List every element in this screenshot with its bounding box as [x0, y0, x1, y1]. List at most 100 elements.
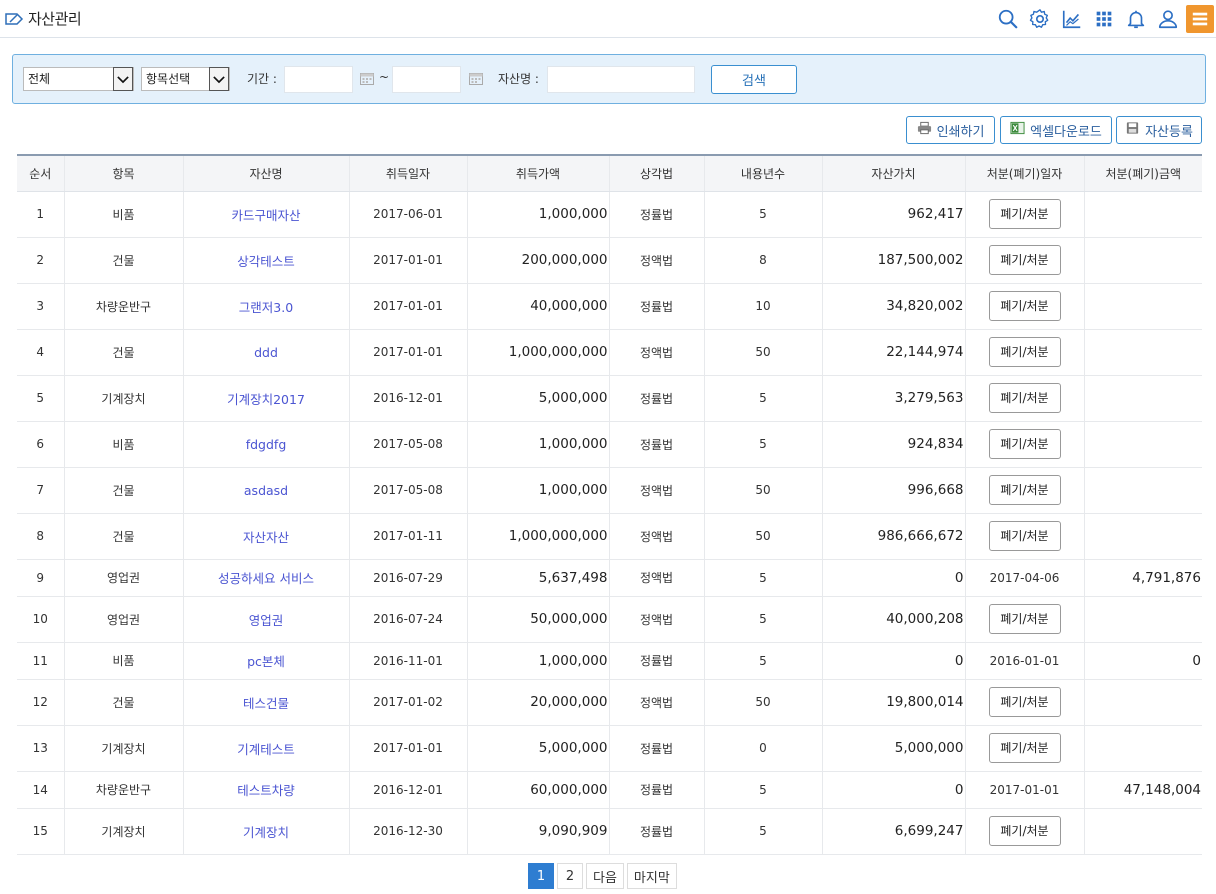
cell-asset-name-text[interactable]: 기계장치2017	[227, 392, 305, 407]
cell-method: 정액법	[608, 329, 704, 376]
cell-acq-date-text: 2017-06-01	[373, 207, 443, 221]
print-button[interactable]: 인쇄하기	[906, 116, 995, 144]
cell-asset-name-text[interactable]: 기계장치	[243, 825, 289, 840]
cell-method-text: 정률법	[639, 299, 674, 314]
cell-no: 5	[17, 375, 64, 422]
dispose-button[interactable]: 폐기/처분	[988, 604, 1061, 634]
excel-download-button[interactable]: 엑셀다운로드	[1000, 116, 1112, 144]
cell-asset-name[interactable]: 기계테스트	[182, 725, 349, 772]
cell-useful-years: 0	[703, 725, 822, 772]
asset-register-button[interactable]: 자산등록	[1116, 116, 1202, 144]
category-select[interactable]: 전체	[23, 67, 134, 91]
dispose-button[interactable]: 폐기/처분	[988, 245, 1061, 275]
col-header-no[interactable]: 순서	[17, 154, 64, 192]
cell-asset-name-text[interactable]: 영업권	[249, 613, 284, 628]
calendar-icon[interactable]	[469, 72, 483, 85]
dispose-button[interactable]: 폐기/처분	[988, 429, 1061, 459]
cell-acq-date: 2016-12-01	[348, 375, 467, 422]
date-to-input[interactable]	[392, 66, 461, 93]
cell-acq-date: 2016-11-01	[348, 642, 467, 680]
cell-asset-name-text[interactable]: 성공하세요 서비스	[218, 571, 314, 586]
cell-acq-price: 5,000,000	[466, 725, 609, 772]
dispose-button[interactable]: 폐기/처분	[988, 816, 1061, 846]
cell-asset-name-text[interactable]: 카드구매자산	[231, 208, 300, 223]
title-area: 자산관리	[4, 8, 82, 29]
cell-asset-name-text[interactable]: 기계테스트	[237, 742, 295, 757]
cell-no-text: 9	[36, 570, 45, 585]
cell-asset-name[interactable]: asdasd	[182, 467, 349, 514]
dispose-button[interactable]: 폐기/처분	[988, 199, 1061, 229]
search-button[interactable]: 검색	[711, 65, 797, 94]
menu-icon[interactable]	[1186, 5, 1214, 33]
cell-asset-name-text[interactable]: ddd	[254, 345, 278, 360]
cell-asset-name-text[interactable]: 테스건물	[243, 696, 289, 711]
cell-asset-name[interactable]: 카드구매자산	[182, 191, 349, 238]
col-header-asset-name[interactable]: 자산명	[182, 154, 349, 192]
cell-asset-name[interactable]: 테스트차량	[182, 771, 349, 809]
cell-asset-name[interactable]: 테스건물	[182, 679, 349, 726]
cell-asset-name-text[interactable]: fdgdfg	[246, 437, 287, 452]
dispose-button[interactable]: 폐기/처분	[988, 337, 1061, 367]
cell-asset-name[interactable]: fdgdfg	[182, 421, 349, 468]
page-1-button[interactable]: 1	[528, 863, 554, 889]
cell-asset-name-text[interactable]: 테스트차량	[237, 783, 295, 798]
cell-asset-name[interactable]: ddd	[182, 329, 349, 376]
dispose-button[interactable]: 폐기/처분	[988, 475, 1061, 505]
dispose-button[interactable]: 폐기/처분	[988, 521, 1061, 551]
col-header-acq-date[interactable]: 취득일자	[348, 154, 467, 192]
cell-asset-name[interactable]: 성공하세요 서비스	[182, 559, 349, 597]
col-header-acq-price[interactable]: 취득가액	[466, 154, 609, 192]
cell-asset-name-text[interactable]: pc본체	[247, 654, 285, 669]
item-select[interactable]: 항목선택	[141, 67, 230, 91]
cell-asset-name[interactable]: 자산자산	[182, 513, 349, 560]
cell-acq-price: 9,090,909	[466, 808, 609, 855]
cell-disposal-amount-text: 4,791,876	[1132, 569, 1201, 586]
cell-asset-name[interactable]: 기계장치2017	[182, 375, 349, 422]
col-header-item[interactable]: 항목	[63, 154, 183, 192]
cell-item-text: 차량운반구	[95, 783, 152, 797]
cell-asset-name[interactable]: 영업권	[182, 596, 349, 643]
dispose-button[interactable]: 폐기/처분	[988, 687, 1061, 717]
cell-asset-name-text[interactable]: asdasd	[244, 483, 288, 498]
col-header-method[interactable]: 상각법	[608, 154, 704, 192]
gear-icon[interactable]	[1024, 4, 1056, 34]
cell-acq-date: 2017-01-01	[348, 283, 467, 330]
user-icon[interactable]	[1152, 4, 1184, 34]
cell-asset-name-text[interactable]: 상각테스트	[237, 254, 295, 269]
cell-asset-name-text[interactable]: 자산자산	[243, 530, 289, 545]
calendar-icon[interactable]	[360, 72, 374, 85]
bell-icon[interactable]	[1120, 4, 1152, 34]
cell-disposal-date: 폐기/처분	[964, 596, 1084, 643]
cell-asset-name[interactable]: 그랜저3.0	[182, 283, 349, 330]
col-header-useful-years[interactable]: 내용년수	[703, 154, 822, 192]
grid-icon[interactable]	[1088, 4, 1120, 34]
cell-acq-date-text: 2017-01-01	[373, 345, 443, 359]
col-header-disposal-amount[interactable]: 처분(폐기)금액	[1083, 154, 1202, 192]
dispose-button[interactable]: 폐기/처분	[988, 733, 1061, 763]
dispose-button[interactable]: 폐기/처분	[988, 291, 1061, 321]
cell-disposal-date: 폐기/처분	[964, 679, 1084, 726]
next-page-button[interactable]: 다음	[586, 863, 624, 889]
chevron-down-icon[interactable]	[113, 67, 133, 91]
cell-asset-name[interactable]: pc본체	[182, 642, 349, 680]
date-from-input[interactable]	[284, 66, 353, 93]
cell-asset-name[interactable]: 기계장치	[182, 808, 349, 855]
cell-item: 차량운반구	[63, 771, 183, 809]
cell-asset-name[interactable]: 상각테스트	[182, 237, 349, 284]
table-row: 5 기계장치 기계장치2017 2016-12-01 5,000,000 정률법 5 3,27…	[17, 375, 1202, 422]
table-row: 2 건물 상각테스트 2017-01-01 200,000,000 정액법 8 187,500…	[17, 237, 1202, 284]
last-page-button[interactable]: 마지막	[626, 863, 677, 889]
asset-name-input[interactable]	[547, 66, 695, 93]
cell-acq-price: 5,637,498	[466, 559, 609, 597]
chevron-down-icon[interactable]	[209, 67, 229, 91]
col-header-asset-value[interactable]: 자산가치	[821, 154, 965, 192]
cell-asset-name-text[interactable]: 그랜저3.0	[239, 300, 293, 315]
dispose-button[interactable]: 폐기/처분	[988, 383, 1061, 413]
cell-acq-price-text: 200,000,000	[521, 252, 608, 268]
page-2-button[interactable]: 2	[557, 863, 583, 889]
chart-icon[interactable]	[1056, 4, 1088, 34]
cell-item: 비품	[63, 421, 183, 468]
col-header-disposal-date[interactable]: 처분(폐기)일자	[964, 154, 1084, 192]
search-icon[interactable]	[992, 4, 1024, 34]
cell-acq-price-text: 1,000,000,000	[508, 528, 608, 544]
